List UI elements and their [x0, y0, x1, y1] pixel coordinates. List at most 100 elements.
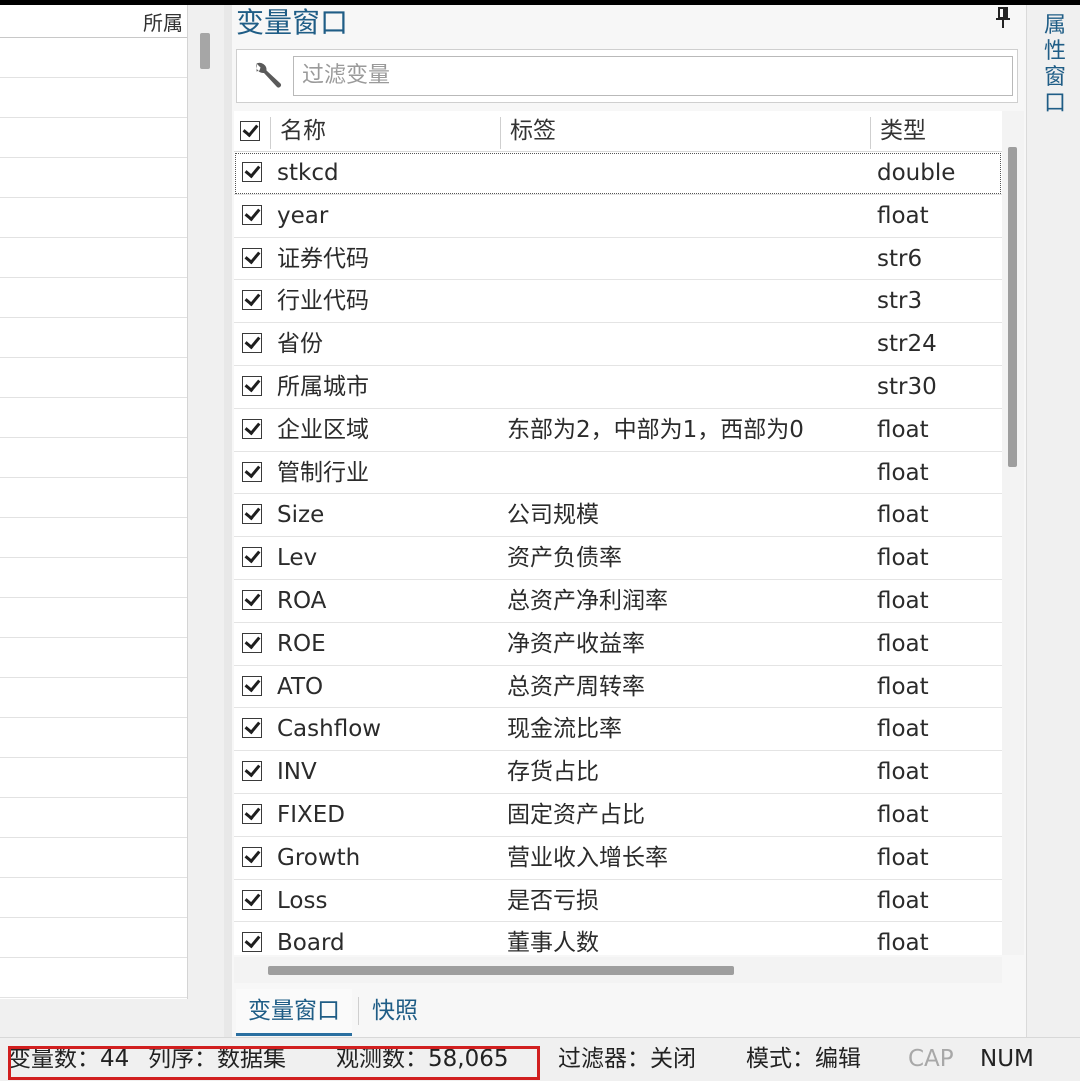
- variable-checkbox[interactable]: [242, 333, 262, 354]
- table-row[interactable]: 省份 str24: [234, 323, 1002, 366]
- table-row[interactable]: Cashflow 现金流比率 float: [234, 708, 1002, 752]
- table-row[interactable]: FIXED 固定资产占比 float: [234, 794, 1002, 837]
- table-row[interactable]: [0, 438, 187, 478]
- table-row[interactable]: Loss 是否亏损 float: [234, 880, 1002, 923]
- variable-checkbox[interactable]: [242, 889, 262, 910]
- variable-label: 资产负债率: [507, 545, 622, 572]
- table-row[interactable]: [0, 278, 187, 318]
- variable-checkbox[interactable]: [242, 247, 262, 268]
- variable-checkbox[interactable]: [242, 290, 262, 311]
- table-row[interactable]: ATO 总资产周转率 float: [234, 666, 1002, 709]
- status-caps-lock: CAP: [908, 1046, 954, 1072]
- column-header-type[interactable]: 类型: [880, 111, 926, 151]
- table-row[interactable]: [0, 678, 187, 718]
- table-row[interactable]: [0, 958, 187, 998]
- table-row[interactable]: 管制行业 float: [234, 452, 1002, 495]
- table-row[interactable]: [0, 558, 187, 598]
- table-row[interactable]: 行业代码 str3: [234, 280, 1002, 324]
- table-row[interactable]: INV 存货占比 float: [234, 751, 1002, 794]
- table-row[interactable]: [0, 518, 187, 558]
- data-grid-scrollbar[interactable]: [191, 5, 221, 999]
- table-row[interactable]: Lev 资产负债率 float: [234, 537, 1002, 580]
- table-row[interactable]: [0, 598, 187, 638]
- variable-checkbox[interactable]: [242, 632, 262, 653]
- variable-type: str24: [877, 331, 937, 358]
- table-row[interactable]: [0, 198, 187, 238]
- status-observation-count: 观测数：58,065: [336, 1046, 509, 1072]
- variable-checkbox[interactable]: [242, 461, 262, 482]
- variables-vertical-scrollbar[interactable]: [1002, 111, 1024, 955]
- variable-checkbox[interactable]: [242, 418, 262, 439]
- tab-properties-window[interactable]: 属性窗口: [1041, 13, 1069, 117]
- table-row[interactable]: [0, 238, 187, 278]
- table-row[interactable]: [0, 158, 187, 198]
- variable-checkbox[interactable]: [242, 675, 262, 696]
- status-mode: 模式：编辑: [746, 1046, 861, 1072]
- variable-checkbox[interactable]: [242, 547, 262, 568]
- variable-name: INV: [277, 759, 317, 786]
- table-row[interactable]: year float: [234, 195, 1002, 238]
- table-row[interactable]: Board 董事人数 float: [234, 922, 1002, 955]
- data-grid[interactable]: 所属: [0, 5, 188, 999]
- column-header-label[interactable]: 所属: [143, 7, 183, 36]
- data-grid-header[interactable]: 所属: [0, 5, 187, 38]
- column-header-label[interactable]: 标签: [510, 111, 556, 151]
- table-row[interactable]: [0, 318, 187, 358]
- tab-variable-window[interactable]: 变量窗口: [236, 989, 352, 1036]
- table-row[interactable]: [0, 838, 187, 878]
- scrollbar-thumb[interactable]: [200, 33, 210, 69]
- table-row[interactable]: 证券代码 str6: [234, 238, 1002, 281]
- scrollbar-thumb[interactable]: [268, 966, 734, 975]
- scrollbar-thumb[interactable]: [1008, 147, 1017, 467]
- variable-type: float: [877, 673, 929, 700]
- wrench-icon[interactable]: [251, 60, 283, 92]
- table-row[interactable]: [0, 758, 187, 798]
- variable-label: 总资产净利润率: [507, 587, 668, 614]
- table-row[interactable]: [0, 38, 187, 78]
- table-row[interactable]: [0, 478, 187, 518]
- table-row[interactable]: Growth 营业收入增长率 float: [234, 837, 1002, 880]
- variable-label: 是否亏损: [507, 887, 599, 914]
- table-row[interactable]: [0, 878, 187, 918]
- variables-horizontal-scrollbar[interactable]: [234, 957, 1002, 983]
- variable-checkbox[interactable]: [242, 718, 262, 739]
- status-variable-count: 变量数：44: [8, 1046, 130, 1072]
- variable-checkbox[interactable]: [242, 846, 262, 867]
- table-row[interactable]: 企业区域 东部为2，中部为1，西部为0 float: [234, 409, 1002, 452]
- table-row[interactable]: [0, 918, 187, 958]
- tab-snapshot[interactable]: 快照: [360, 989, 430, 1033]
- table-row[interactable]: stkcd double: [234, 152, 1002, 195]
- variable-label: 东部为2，中部为1，西部为0: [507, 416, 804, 443]
- table-row[interactable]: [0, 78, 187, 118]
- filter-variables-input[interactable]: 过滤变量: [293, 56, 1013, 96]
- variable-checkbox[interactable]: [242, 761, 262, 782]
- variable-type: float: [877, 801, 929, 828]
- select-all-checkbox[interactable]: [240, 121, 260, 141]
- table-row[interactable]: 所属城市 str30: [234, 366, 1002, 409]
- table-row[interactable]: [0, 398, 187, 438]
- pane-splitter[interactable]: [224, 5, 232, 1037]
- variable-label: 公司规模: [507, 502, 599, 529]
- variable-checkbox[interactable]: [242, 932, 262, 953]
- variable-type: float: [877, 630, 929, 657]
- table-row[interactable]: [0, 118, 187, 158]
- variable-checkbox[interactable]: [242, 589, 262, 610]
- variable-name: Lev: [277, 545, 318, 572]
- variable-checkbox[interactable]: [242, 162, 262, 182]
- variable-checkbox[interactable]: [242, 375, 262, 396]
- table-row[interactable]: [0, 358, 187, 398]
- table-row[interactable]: [0, 718, 187, 758]
- variable-name: 管制行业: [277, 459, 369, 486]
- variable-checkbox[interactable]: [242, 504, 262, 525]
- table-row[interactable]: [0, 798, 187, 838]
- table-row[interactable]: ROE 净资产收益率 float: [234, 623, 1002, 666]
- variable-checkbox[interactable]: [242, 803, 262, 824]
- pin-icon[interactable]: [996, 7, 1010, 29]
- table-row[interactable]: ROA 总资产净利润率 float: [234, 580, 1002, 623]
- column-header-name[interactable]: 名称: [280, 111, 326, 151]
- table-row[interactable]: Size 公司规模 float: [234, 494, 1002, 538]
- variable-checkbox[interactable]: [242, 204, 262, 225]
- variable-type: float: [877, 202, 929, 229]
- variable-label: 固定资产占比: [507, 801, 645, 828]
- table-row[interactable]: [0, 638, 187, 678]
